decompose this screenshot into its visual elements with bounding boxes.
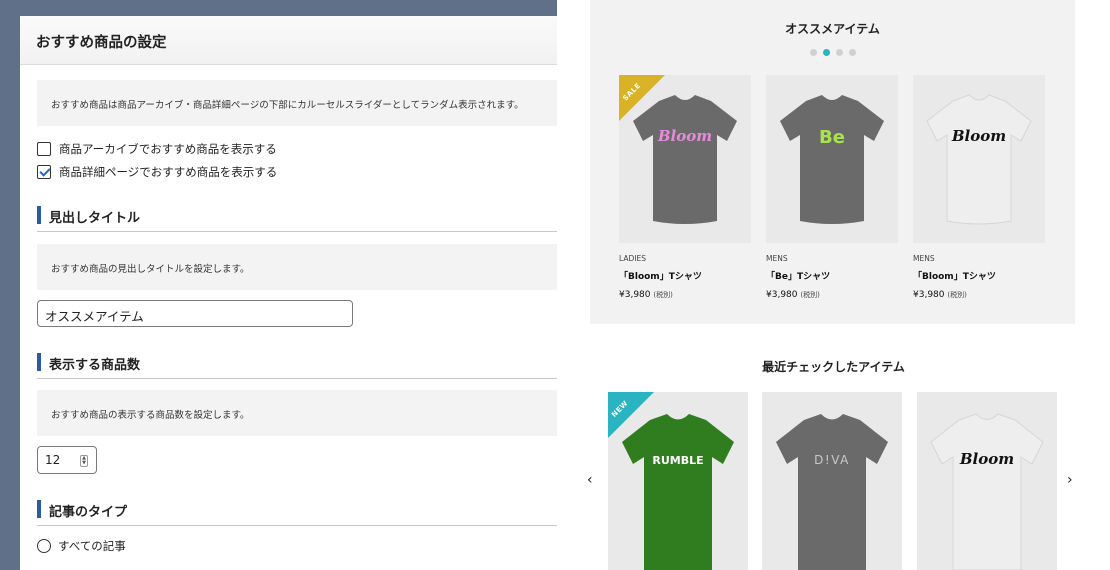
heading-description: おすすめ商品の見出しタイトルを設定します。 — [37, 244, 557, 290]
new-badge: NEW — [608, 392, 654, 438]
carousel-prev-arrow-icon[interactable]: ‹ — [587, 472, 593, 488]
section-accent-bar — [37, 206, 41, 224]
archive-checkbox[interactable] — [37, 142, 51, 156]
recent-item-card[interactable]: D!VA — [762, 392, 902, 570]
carousel-dot[interactable] — [810, 49, 817, 56]
recommended-title: オススメアイテム — [785, 22, 880, 36]
preview-area: オススメアイテム Bloom SALE LADIES 「Bloom」Tシャツ ¥… — [557, 0, 1110, 570]
tshirt-print: Bloom — [951, 127, 1006, 145]
all-posts-radio-label[interactable]: すべての記事 — [58, 538, 126, 554]
radio-all-posts-row[interactable]: すべての記事 — [37, 538, 126, 554]
product-category: LADIES — [619, 254, 646, 263]
recent-items-title: 最近チェックしたアイテム — [762, 360, 905, 374]
archive-checkbox-label[interactable]: 商品アーカイブでおすすめ商品を表示する — [59, 141, 277, 157]
tshirt-print: Be — [819, 127, 845, 148]
post-type-section: 記事のタイプ — [37, 500, 557, 526]
tshirt-body — [776, 414, 888, 570]
tshirt-print: Bloom — [657, 127, 712, 145]
count-description: おすすめ商品の表示する商品数を設定します。 — [37, 390, 557, 436]
product-price: ¥3,980 (税別) — [913, 290, 1045, 300]
new-badge-label: NEW — [610, 399, 630, 419]
tshirt-image: D!VA — [776, 414, 888, 570]
product-image[interactable]: Bloom — [913, 75, 1045, 243]
section-title: 記事のタイプ — [49, 505, 128, 520]
product-image[interactable]: Bloom SALE — [619, 75, 751, 243]
detail-checkbox[interactable] — [37, 165, 51, 179]
tshirt-print: Bloom — [959, 450, 1014, 468]
section-accent-bar — [37, 353, 41, 371]
tshirt-body — [926, 94, 1032, 225]
recent-item-card[interactable]: Bloom — [917, 392, 1057, 570]
product-count-value: 12 — [45, 453, 61, 467]
heading-title-input[interactable]: オススメアイテム — [37, 300, 353, 327]
product-card[interactable]: Be MENS 「Be」Tシャツ ¥3,980 (税別) — [766, 75, 898, 300]
section-accent-bar — [37, 500, 41, 518]
tshirt-body — [930, 413, 1044, 570]
stepper-icon[interactable]: ▲ ▼ — [80, 455, 88, 467]
settings-description: おすすめ商品は商品アーカイブ・商品詳細ページの下部にカルーセルスライダーとしてラ… — [37, 80, 557, 126]
product-price: ¥3,980 (税別) — [766, 290, 898, 300]
tshirt-image: Bloom — [930, 413, 1044, 570]
detail-checkbox-label[interactable]: 商品詳細ページでおすすめ商品を表示する — [59, 164, 277, 180]
checkbox-detail-row[interactable]: 商品詳細ページでおすすめ商品を表示する — [37, 164, 277, 180]
section-title: 見出しタイトル — [49, 211, 141, 226]
panel-title: おすすめ商品の設定 — [36, 35, 167, 51]
carousel-dot[interactable] — [849, 49, 856, 56]
sale-badge: SALE — [619, 75, 665, 121]
product-card[interactable]: Bloom MENS 「Bloom」Tシャツ ¥3,980 (税別) — [913, 75, 1045, 300]
product-name[interactable]: 「Bloom」Tシャツ — [619, 269, 751, 282]
carousel-next-arrow-icon[interactable]: › — [1067, 472, 1073, 488]
heading-title-section: 見出しタイトル — [37, 206, 557, 232]
recent-item-card[interactable]: RUMBLE NEW — [608, 392, 748, 570]
tshirt-print: RUMBLE — [652, 454, 703, 467]
product-count-input[interactable]: 12 ▲ ▼ — [37, 446, 97, 474]
all-posts-radio[interactable] — [37, 539, 51, 553]
carousel-dot[interactable] — [836, 49, 843, 56]
product-name[interactable]: 「Bloom」Tシャツ — [913, 269, 1045, 282]
count-section: 表示する商品数 — [37, 353, 557, 379]
price-value: ¥3,980 — [913, 290, 945, 300]
tshirt-body — [780, 95, 884, 224]
product-category: MENS — [913, 254, 935, 263]
carousel-dot-active[interactable] — [823, 49, 830, 56]
tshirt-image: Be — [780, 95, 884, 224]
carousel-dots — [810, 49, 856, 56]
price-tax: (税別) — [653, 291, 673, 299]
product-name[interactable]: 「Be」Tシャツ — [766, 269, 898, 282]
recommended-section: オススメアイテム Bloom SALE LADIES 「Bloom」Tシャツ ¥… — [590, 0, 1075, 324]
tshirt-image: Bloom — [926, 94, 1032, 225]
price-value: ¥3,980 — [766, 290, 798, 300]
product-image[interactable]: Be — [766, 75, 898, 243]
checkbox-archive-row[interactable]: 商品アーカイブでおすすめ商品を表示する — [37, 141, 277, 157]
panel-header: おすすめ商品の設定 — [20, 16, 557, 65]
product-category: MENS — [766, 254, 788, 263]
sale-badge-label: SALE — [621, 81, 643, 103]
price-tax: (税別) — [800, 291, 820, 299]
section-title: 表示する商品数 — [49, 358, 141, 373]
tshirt-print: D!VA — [814, 453, 850, 467]
price-value: ¥3,980 — [619, 290, 651, 300]
product-card[interactable]: Bloom SALE LADIES 「Bloom」Tシャツ ¥3,980 (税別… — [619, 75, 751, 300]
product-price: ¥3,980 (税別) — [619, 290, 751, 300]
settings-panel: おすすめ商品の設定 おすすめ商品は商品アーカイブ・商品詳細ページの下部にカルーセ… — [20, 16, 557, 570]
price-tax: (税別) — [947, 291, 967, 299]
